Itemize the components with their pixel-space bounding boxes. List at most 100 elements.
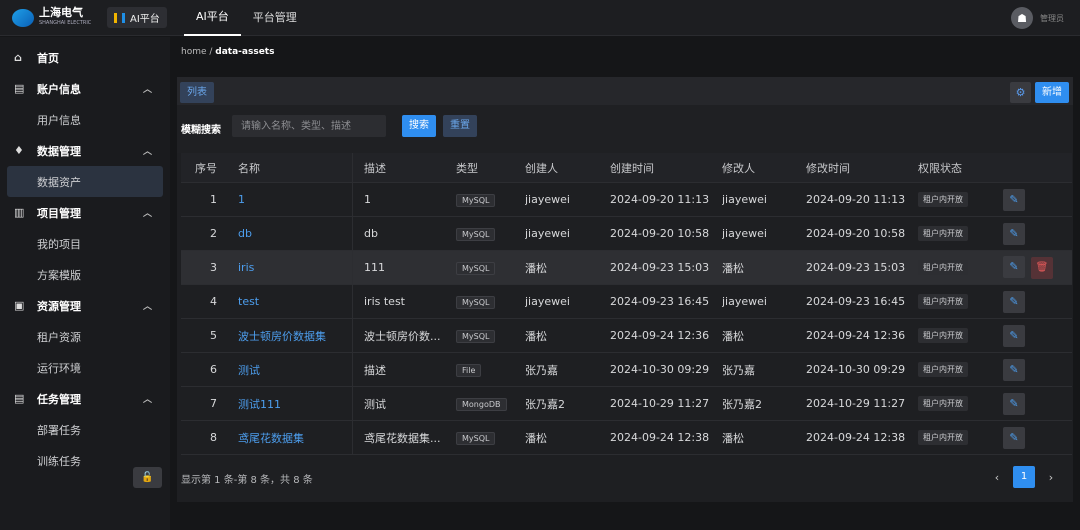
- table-row[interactable]: 2 db db MySQL jiayewei 2024-09-20 10:58 jiayew…: [181, 217, 1072, 251]
- column-divider: [352, 153, 353, 182]
- breadcrumb-home[interactable]: home: [181, 47, 207, 57]
- sidebar-item[interactable]: 租户资源: [0, 321, 170, 352]
- sidebar-group[interactable]: ♦ 数据管理 ︿: [0, 135, 170, 166]
- edit-pencil-icon[interactable]: ✎: [1003, 358, 1025, 381]
- modifier: jiayewei: [722, 295, 767, 308]
- edit-pencil-icon[interactable]: ✎: [1003, 188, 1025, 211]
- unlock-icon[interactable]: 🔓: [133, 467, 162, 488]
- table-row[interactable]: 4 test iris test MySQL jiayewei 2024-09-23 16…: [181, 285, 1072, 319]
- row-index: 5: [210, 329, 217, 342]
- platform-badge[interactable]: AI平台: [107, 7, 167, 28]
- prev-page-icon[interactable]: ‹: [990, 471, 1004, 484]
- nav-platform-management[interactable]: 平台管理: [241, 0, 309, 36]
- sidebar-item[interactable]: 我的项目: [0, 228, 170, 259]
- search-input[interactable]: [232, 115, 386, 137]
- sidebar-group[interactable]: ▣ 资源管理 ︿: [0, 290, 170, 321]
- creator: 潘松: [525, 329, 547, 343]
- chevron-up-icon[interactable]: ︿: [143, 82, 152, 95]
- reset-button[interactable]: 重置: [443, 115, 477, 137]
- table-row[interactable]: 1 1 1 MySQL jiayewei 2024-09-20 11:13 jiayewei…: [181, 183, 1072, 217]
- modified-time: 2024-10-30 09:29: [806, 363, 906, 376]
- modified-time: 2024-10-29 11:27: [806, 397, 906, 410]
- panel-toolbar: 列表 ⚙ 新增: [177, 77, 1073, 105]
- sidebar-group-label: 数据管理: [37, 144, 81, 158]
- sidebar-item[interactable]: 方案模版: [0, 259, 170, 290]
- row-index: 2: [210, 227, 217, 240]
- asset-name-link[interactable]: db: [238, 227, 348, 240]
- settings-gear-icon[interactable]: ⚙: [1010, 82, 1031, 103]
- avatar[interactable]: ☗: [1011, 7, 1033, 29]
- row-index: 1: [210, 193, 217, 206]
- edit-pencil-icon[interactable]: ✎: [1003, 256, 1025, 278]
- next-page-icon[interactable]: ›: [1044, 471, 1058, 484]
- created-time: 2024-10-30 09:29: [610, 363, 710, 376]
- edit-pencil-icon[interactable]: ✎: [1003, 222, 1025, 245]
- asset-name-link[interactable]: iris: [238, 261, 348, 274]
- sidebar-item[interactable]: 部署任务: [0, 414, 170, 445]
- sidebar-item[interactable]: 用户信息: [0, 104, 170, 135]
- table-row[interactable]: 8 鸢尾花数据集 鸢尾花数据集... MySQL 潘松 2024-09-24 12:38 潘…: [181, 421, 1072, 455]
- sidebar-item-label: 方案模版: [37, 268, 81, 282]
- edit-pencil-icon[interactable]: ✎: [1003, 426, 1025, 449]
- creator: 张乃嘉2: [525, 397, 565, 411]
- modifier: jiayewei: [722, 193, 767, 206]
- sidebar-item[interactable]: 运行环境: [0, 352, 170, 383]
- created-time: 2024-09-23 16:45: [610, 295, 710, 308]
- creator: 潘松: [525, 261, 547, 275]
- bulb-icon: ♦: [14, 144, 24, 157]
- asset-name-link[interactable]: 测试111: [238, 396, 348, 412]
- table-row[interactable]: 5 波士顿房价数据集 波士顿房价数... MySQL 潘松 2024-09-24 12:3…: [181, 319, 1072, 353]
- main-content: home / data-assets 列表 ⚙ 新增 模糊搜索 搜索 重置 序号…: [170, 37, 1080, 530]
- modifier: 潘松: [722, 261, 744, 275]
- type-badge: MongoDB: [456, 397, 507, 411]
- sidebar-group[interactable]: ▤ 任务管理 ︿: [0, 383, 170, 414]
- modified-time: 2024-09-23 16:45: [806, 295, 906, 308]
- row-index: 6: [210, 363, 217, 376]
- asset-name-link[interactable]: 鸢尾花数据集: [238, 430, 348, 446]
- sidebar-item[interactable]: 数据资产: [7, 166, 163, 197]
- tab-list[interactable]: 列表: [180, 82, 214, 103]
- permission-badge: 租户内开放: [918, 260, 968, 275]
- delete-trash-icon[interactable]: 🗑: [1031, 257, 1053, 279]
- nav-ai-platform[interactable]: AI平台: [184, 0, 241, 36]
- platform-bars-icon: [114, 12, 117, 23]
- column-header: 序号: [195, 161, 217, 175]
- sidebar-group[interactable]: ⌂ 首页: [0, 42, 170, 73]
- column-header: 创建人: [525, 161, 558, 175]
- sidebar-group[interactable]: ▤ 账户信息 ︿: [0, 73, 170, 104]
- sidebar-group-label: 首页: [37, 51, 59, 65]
- row-index: 4: [210, 295, 217, 308]
- add-button[interactable]: 新增: [1035, 82, 1069, 103]
- chevron-up-icon[interactable]: ︿: [143, 392, 152, 405]
- asset-name-link[interactable]: test: [238, 295, 348, 308]
- sidebar-group[interactable]: ▥ 项目管理 ︿: [0, 197, 170, 228]
- asset-name-link[interactable]: 1: [238, 193, 348, 206]
- modifier: 张乃嘉: [722, 363, 755, 377]
- edit-pencil-icon[interactable]: ✎: [1003, 290, 1025, 313]
- modified-time: 2024-09-23 15:03: [806, 261, 906, 274]
- asset-name-link[interactable]: 测试: [238, 362, 348, 378]
- user-menu[interactable]: ☗ 管理员: [1011, 7, 1064, 29]
- edit-pencil-icon[interactable]: ✎: [1003, 392, 1025, 415]
- search-button[interactable]: 搜索: [402, 115, 436, 137]
- edit-pencil-icon[interactable]: ✎: [1003, 324, 1025, 347]
- sidebar-item-label: 我的项目: [37, 237, 81, 251]
- top-bar: 上海电气 SHANGHAI ELECTRIC AI平台 AI平台 平台管理 ☗ 管…: [0, 0, 1080, 36]
- creator: jiayewei: [525, 295, 570, 308]
- column-divider: [352, 285, 353, 318]
- created-time: 2024-09-23 15:03: [610, 261, 710, 274]
- permission-badge: 租户内开放: [918, 328, 968, 343]
- table-row[interactable]: 7 测试111 测试 MongoDB 张乃嘉2 2024-10-29 11:27 张乃嘉2 2…: [181, 387, 1072, 421]
- table-row[interactable]: 3 iris 111 MySQL 潘松 2024-09-23 15:03 潘松 2024-09…: [181, 251, 1072, 285]
- asset-description: 波士顿房价数...: [364, 329, 441, 343]
- row-index: 8: [210, 431, 217, 444]
- page-number[interactable]: 1: [1013, 466, 1035, 488]
- table-header: 序号 名称 描述 类型 创建人 创建时间 修改人 修改时间 权限状态: [181, 153, 1072, 183]
- bar-chart-icon: ▥: [14, 206, 25, 219]
- chevron-up-icon[interactable]: ︿: [143, 206, 152, 219]
- chevron-up-icon[interactable]: ︿: [143, 144, 152, 157]
- type-badge: File: [456, 363, 482, 377]
- asset-name-link[interactable]: 波士顿房价数据集: [238, 328, 348, 344]
- table-row[interactable]: 6 测试 描述 File 张乃嘉 2024-10-30 09:29 张乃嘉 2024-10-3…: [181, 353, 1072, 387]
- chevron-up-icon[interactable]: ︿: [143, 299, 152, 312]
